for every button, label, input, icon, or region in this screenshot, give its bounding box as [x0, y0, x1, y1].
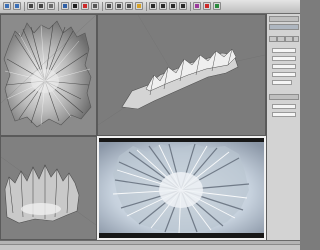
scale-button[interactable]	[125, 2, 133, 10]
link-icon	[29, 4, 33, 8]
undo-icon	[5, 4, 9, 8]
angle-snap-icon	[161, 4, 165, 8]
param-field-6[interactable]	[272, 104, 296, 109]
tab-hierarchy[interactable]	[285, 36, 293, 42]
teapot-icon	[215, 4, 219, 8]
rotate-button[interactable]	[115, 2, 123, 10]
filter-icon	[63, 4, 67, 8]
tab-modify[interactable]	[277, 36, 285, 42]
param-field-1[interactable]	[272, 48, 296, 53]
rotate-icon	[117, 4, 121, 8]
viewport-perspective[interactable]	[97, 14, 266, 136]
snap-button[interactable]	[149, 2, 157, 10]
terrain-render	[99, 142, 264, 234]
viewport-camera-rendered[interactable]	[97, 136, 266, 240]
toolbar-separator	[24, 2, 25, 11]
render-setup-icon	[205, 4, 209, 8]
viewport-front[interactable]	[0, 136, 97, 240]
pivot-icon	[137, 4, 141, 8]
param-field-2[interactable]	[272, 56, 296, 61]
mirror-icon	[171, 4, 175, 8]
select-object-button[interactable]	[71, 2, 79, 10]
tab-motion[interactable]	[293, 36, 299, 42]
material-editor-button[interactable]	[193, 2, 201, 10]
param-field-3[interactable]	[272, 64, 296, 69]
terrain-top-mesh	[1, 15, 96, 128]
material-icon	[195, 4, 199, 8]
safe-frame-top	[99, 138, 264, 142]
redo-button[interactable]	[13, 2, 21, 10]
link-button[interactable]	[27, 2, 35, 10]
unlink-button[interactable]	[37, 2, 45, 10]
select-filter-button[interactable]	[61, 2, 69, 10]
select-by-name-button[interactable]	[81, 2, 89, 10]
toolbar-separator	[58, 2, 59, 11]
command-panel	[266, 14, 300, 240]
move-icon	[107, 4, 111, 8]
param-field-5[interactable]	[272, 80, 292, 85]
scale-icon	[127, 4, 131, 8]
safe-frame-bottom	[99, 233, 264, 238]
list-icon	[83, 4, 87, 8]
mirror-button[interactable]	[169, 2, 177, 10]
main-toolbar	[0, 0, 300, 14]
region-icon	[93, 4, 97, 8]
warp-icon	[49, 4, 53, 8]
object-name-field[interactable]	[269, 24, 299, 30]
terrain-front-mesh	[1, 156, 96, 226]
quick-render-button[interactable]	[213, 2, 221, 10]
bind-space-warp-button[interactable]	[47, 2, 55, 10]
render-setup-button[interactable]	[203, 2, 211, 10]
move-button[interactable]	[105, 2, 113, 10]
terrain-perspective-mesh	[98, 15, 265, 126]
toolbar-separator	[190, 2, 191, 11]
align-button[interactable]	[179, 2, 187, 10]
tab-create[interactable]	[269, 36, 277, 42]
unlink-icon	[39, 4, 43, 8]
arrow-icon	[73, 4, 77, 8]
region-select-button[interactable]	[91, 2, 99, 10]
toolbar-separator	[102, 2, 103, 11]
magnet-icon	[151, 4, 155, 8]
align-icon	[181, 4, 185, 8]
param-field-7[interactable]	[272, 112, 296, 117]
redo-icon	[15, 4, 19, 8]
status-bar	[0, 244, 300, 250]
pivot-button[interactable]	[135, 2, 143, 10]
toolbar-separator	[146, 2, 147, 11]
angle-snap-button[interactable]	[159, 2, 167, 10]
rollout-header[interactable]	[269, 94, 299, 100]
undo-button[interactable]	[3, 2, 11, 10]
panel-header	[269, 16, 299, 22]
param-field-4[interactable]	[272, 72, 296, 77]
viewport-top[interactable]	[0, 14, 97, 136]
